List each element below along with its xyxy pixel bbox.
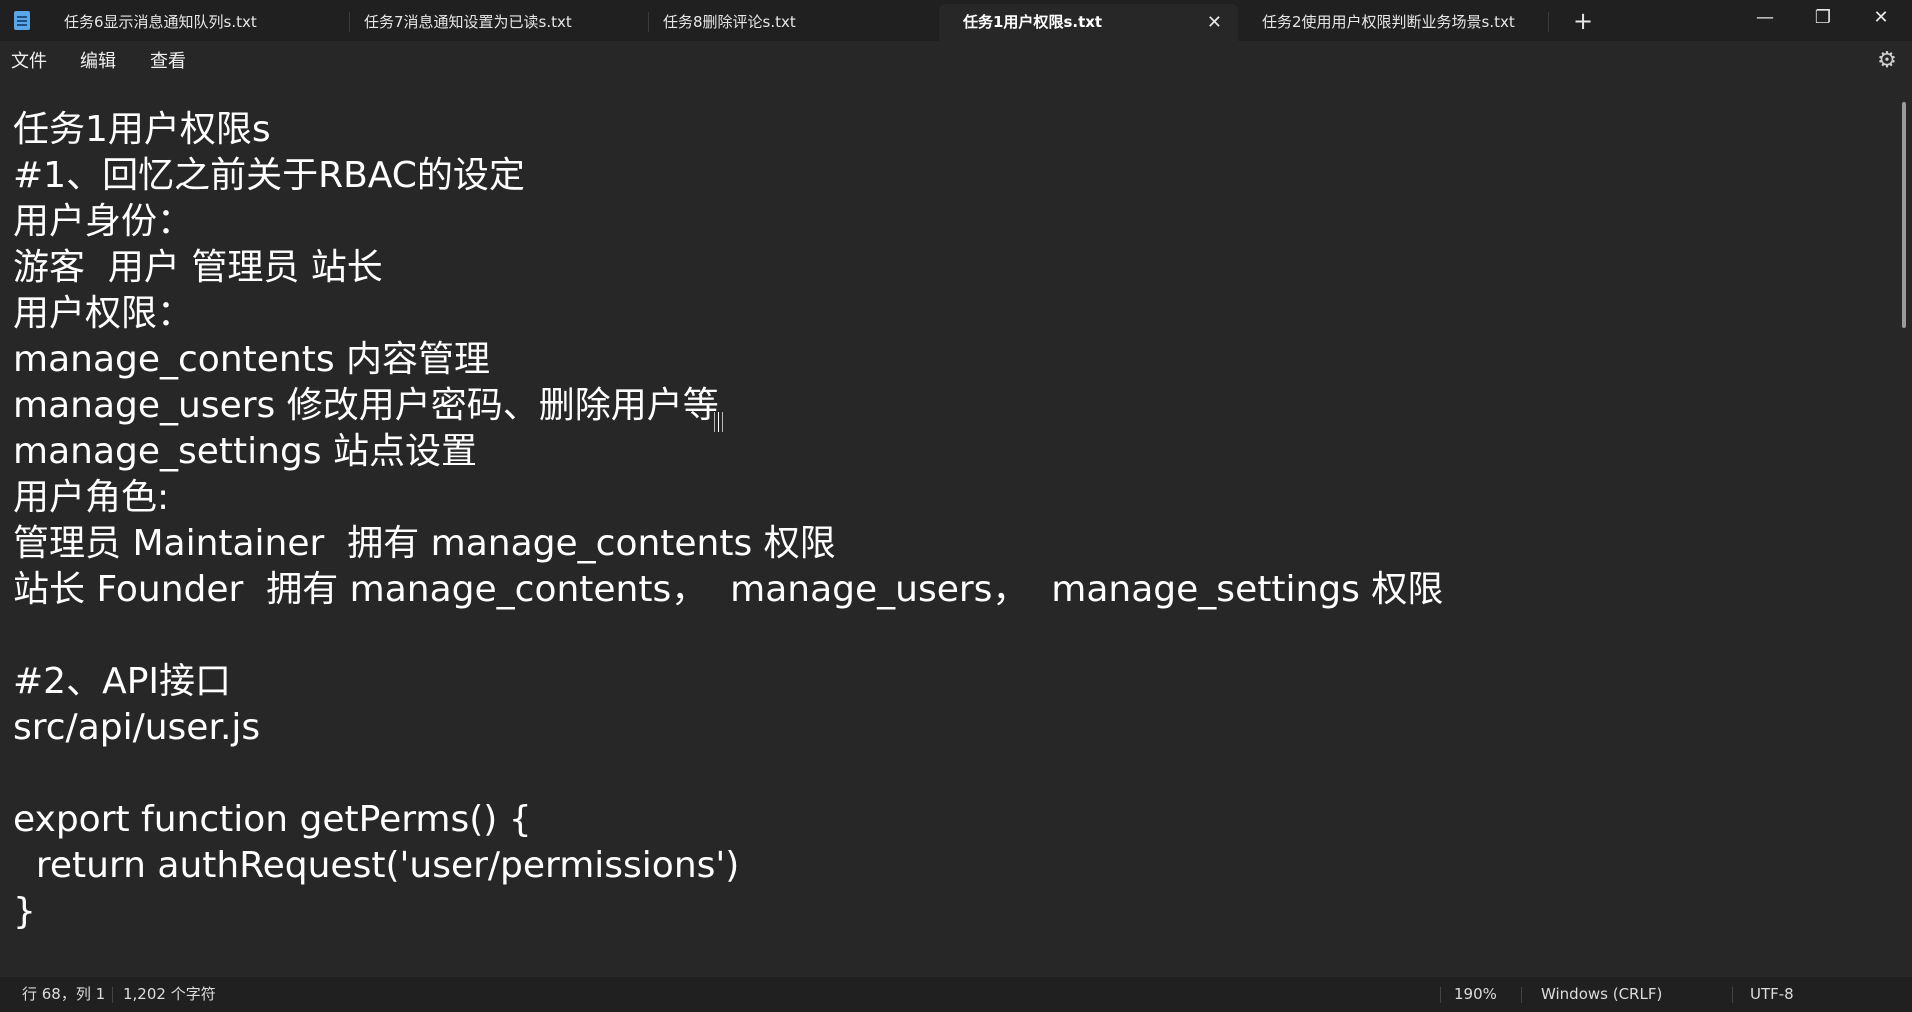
zoom-level[interactable]: 190%	[1454, 977, 1497, 1012]
tab-task2[interactable]: 任务2使用用户权限判断业务场景s.txt	[1238, 4, 1537, 41]
tab-task7[interactable]: 任务7消息通知设置为已读s.txt	[340, 4, 639, 41]
text-line: return authRequest('user/permissions')	[13, 845, 740, 886]
menu-bar: 文件 编辑 查看 ⚙	[0, 41, 1912, 82]
tab-divider	[1548, 12, 1549, 32]
tab-label: 任务6显示消息通知队列s.txt	[64, 13, 257, 31]
text-line: 用户角色:	[13, 477, 170, 518]
text-line: manage_settings 站点设置	[13, 431, 478, 472]
status-divider	[1440, 987, 1441, 1003]
tab-task1-active[interactable]: 任务1用户权限s.txt ✕	[939, 4, 1238, 41]
text-line: manage_contents 内容管理	[13, 339, 491, 380]
text-line: #2、API接口	[13, 661, 232, 702]
new-tab-button[interactable]: +	[1571, 5, 1595, 37]
menu-view[interactable]: 查看	[150, 41, 186, 82]
text-line: manage_users 修改用户密码、删除用户等	[13, 385, 719, 426]
status-divider	[1521, 987, 1522, 1003]
text-line: }	[13, 891, 36, 932]
encoding[interactable]: UTF-8	[1750, 977, 1794, 1012]
text-line: 任务1用户权限s	[13, 109, 271, 150]
text-line: 站长 Founder 拥有 manage_contents， manage_us…	[13, 569, 1444, 610]
vertical-scrollbar[interactable]	[1902, 102, 1906, 328]
close-tab-icon[interactable]: ✕	[1207, 4, 1222, 41]
text-line: src/api/user.js	[13, 707, 261, 748]
notepad-icon	[14, 11, 30, 30]
text-line: 管理员 Maintainer 拥有 manage_contents 权限	[13, 523, 836, 564]
cursor-position: 行 68，列 1	[22, 985, 106, 1003]
restore-button[interactable]: ❐	[1794, 0, 1852, 38]
menu-edit[interactable]: 编辑	[80, 41, 116, 82]
tab-task6[interactable]: 任务6显示消息通知队列s.txt	[40, 4, 339, 41]
status-divider	[1732, 987, 1733, 1003]
tab-label: 任务2使用用户权限判断业务场景s.txt	[1262, 13, 1515, 31]
status-divider	[112, 987, 113, 1003]
close-window-button[interactable]: ✕	[1852, 0, 1910, 38]
text-cursor-icon	[714, 412, 723, 432]
text-editor[interactable]: 任务1用户权限s #1、回忆之前关于RBAC的设定 用户身份： 游客 用户 管理…	[0, 82, 1900, 977]
line-ending[interactable]: Windows (CRLF)	[1541, 977, 1662, 1012]
tab-bar: 任务6显示消息通知队列s.txt 任务7消息通知设置为已读s.txt 任务8删除…	[0, 0, 1912, 41]
text-line: export function getPerms() {	[13, 799, 532, 840]
text-line: 用户身份：	[13, 201, 194, 242]
status-bar: 行 68，列 1 1,202 个字符 190% Windows (CRLF) U…	[0, 977, 1912, 1012]
text-line: 游客 用户 管理员 站长	[13, 247, 383, 288]
minimize-button[interactable]: —	[1736, 0, 1794, 38]
text-line: 用户权限：	[13, 293, 194, 334]
menu-file[interactable]: 文件	[11, 41, 47, 82]
tab-label: 任务7消息通知设置为已读s.txt	[364, 13, 572, 31]
character-count: 1,202 个字符	[123, 985, 216, 1003]
text-line: #1、回忆之前关于RBAC的设定	[13, 155, 525, 196]
gear-icon[interactable]: ⚙	[1876, 50, 1898, 72]
tab-label: 任务8删除评论s.txt	[663, 13, 796, 31]
tab-label: 任务1用户权限s.txt	[963, 13, 1103, 31]
tab-task8[interactable]: 任务8删除评论s.txt	[639, 4, 938, 41]
